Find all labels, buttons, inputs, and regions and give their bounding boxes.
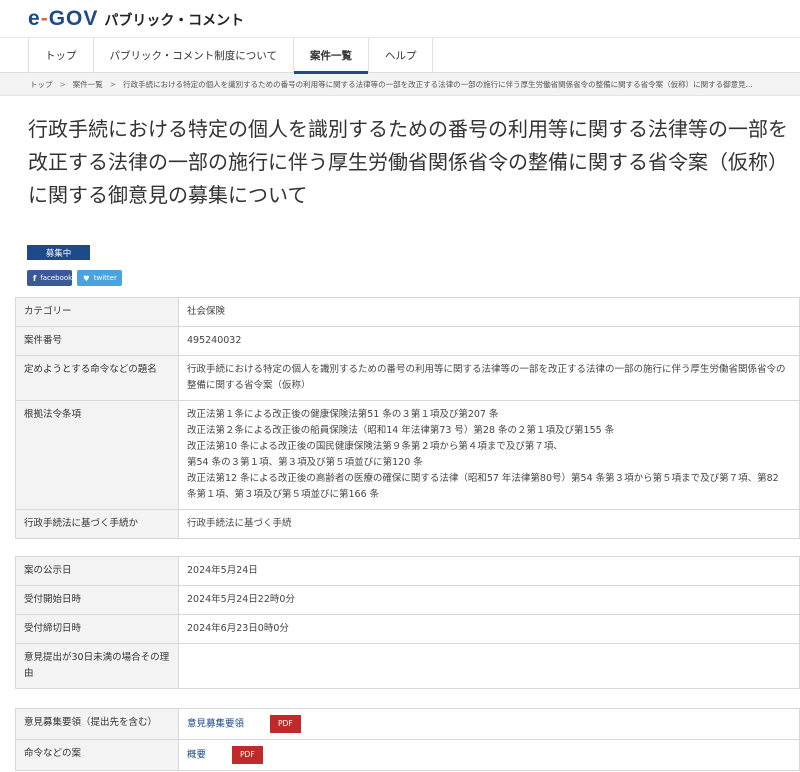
row-value: 意見募集要領 PDF bbox=[178, 708, 800, 740]
breadcrumb-separator: > bbox=[109, 79, 117, 89]
site-header: e-GOV パブリック・コメント bbox=[0, 0, 800, 38]
row-label: 受付開始日時 bbox=[15, 585, 179, 615]
breadcrumb-current: 行政手続における特定の個人を識別するための番号の利用等に関する法律等の一部を改正… bbox=[123, 79, 753, 89]
nav-help[interactable]: ヘルプ bbox=[369, 38, 434, 73]
facebook-label: facebook bbox=[40, 274, 73, 282]
logo-text: パブリック・コメント bbox=[104, 12, 245, 29]
basis-line: 改正法第12 条による改正後の高齢者の医療の確保に関する法律（昭和57 年法律第… bbox=[187, 473, 779, 500]
table-row: 受付締切日時 2024年6月23日0時0分 bbox=[15, 614, 800, 644]
twitter-share-button[interactable]: ♥ twitter bbox=[77, 270, 122, 286]
table-row: 命令などの案 概要 PDF bbox=[15, 739, 800, 771]
nav-top[interactable]: トップ bbox=[28, 38, 94, 73]
row-label: 案件番号 bbox=[15, 326, 179, 356]
pdf-badge[interactable]: PDF bbox=[270, 715, 301, 733]
table-row: 定めようとする命令などの題名 行政手続における特定の個人を識別するための番号の利… bbox=[15, 355, 800, 401]
facebook-icon: f bbox=[33, 273, 37, 283]
guideline-link[interactable]: 意見募集要領 bbox=[187, 719, 244, 730]
case-detail-table: カテゴリー 社会保険 案件番号 495240032 定めようとする命令などの題名… bbox=[15, 297, 800, 539]
row-value: 社会保険 bbox=[178, 297, 800, 327]
row-value: 改正法第１条による改正後の健康保険法第51 条の３第１項及び第207 条 改正法… bbox=[178, 400, 800, 510]
row-value: 概要 PDF bbox=[178, 739, 800, 771]
row-label: 意見提出が30日未満の場合その理由 bbox=[15, 643, 179, 689]
row-label: 意見募集要領（提出先を含む） bbox=[15, 708, 179, 740]
documents-table: 意見募集要領（提出先を含む） 意見募集要領 PDF 命令などの案 概要 PDF bbox=[15, 708, 800, 771]
basis-line: 改正法第10 条による改正後の国民健康保険法第９条第２項から第４項まで及び第７項… bbox=[187, 441, 563, 452]
breadcrumb-top[interactable]: トップ bbox=[30, 79, 53, 90]
status-badge: 募集中 bbox=[27, 245, 90, 260]
table-row: 根拠法令条項 改正法第１条による改正後の健康保険法第51 条の３第１項及び第20… bbox=[15, 400, 800, 510]
main-nav: トップ パブリック・コメント制度について 案件一覧 ヘルプ bbox=[0, 38, 800, 74]
breadcrumb-separator: > bbox=[59, 79, 66, 89]
nav-about[interactable]: パブリック・コメント制度について bbox=[94, 38, 294, 73]
row-value: 行政手続における特定の個人を識別するための番号の利用等に関する法律等の一部を改正… bbox=[178, 355, 800, 401]
row-label: 行政手続法に基づく手続か bbox=[15, 509, 179, 539]
table-row: 意見募集要領（提出先を含む） 意見募集要領 PDF bbox=[15, 708, 800, 740]
twitter-bird-icon: ♥ bbox=[83, 273, 90, 283]
table-row: 案の公示日 2024年5月24日 bbox=[15, 556, 800, 586]
breadcrumb-case-list[interactable]: 案件一覧 bbox=[73, 79, 103, 90]
row-value: 2024年5月24日 bbox=[178, 556, 800, 586]
table-row: 意見提出が30日未満の場合その理由 bbox=[15, 643, 800, 689]
row-label: 案の公示日 bbox=[15, 556, 179, 586]
dates-table: 案の公示日 2024年5月24日 受付開始日時 2024年5月24日22時0分 … bbox=[15, 556, 800, 689]
row-label: 受付締切日時 bbox=[15, 614, 179, 644]
table-row: 案件番号 495240032 bbox=[15, 326, 800, 356]
logo-mark: e-GOV bbox=[28, 6, 99, 30]
row-value: 2024年6月23日0時0分 bbox=[178, 614, 800, 644]
basis-line: 改正法第２条による改正後の船員保険法（昭和14 年法律第73 号）第28 条の２… bbox=[187, 425, 615, 436]
row-value bbox=[178, 643, 800, 689]
row-value: 2024年5月24日22時0分 bbox=[178, 585, 800, 615]
twitter-label: twitter bbox=[93, 274, 117, 282]
row-value: 495240032 bbox=[178, 326, 800, 356]
facebook-share-button[interactable]: f facebook bbox=[27, 270, 72, 286]
row-label: カテゴリー bbox=[15, 297, 179, 327]
egov-logo[interactable]: e-GOV パブリック・コメント bbox=[28, 7, 244, 31]
summary-link[interactable]: 概要 bbox=[187, 750, 206, 761]
basis-line: 第54 条の３第１項、第３項及び第５項並びに第120 条 bbox=[187, 457, 423, 468]
table-row: 行政手続法に基づく手続か 行政手続法に基づく手続 bbox=[15, 509, 800, 539]
row-label: 定めようとする命令などの題名 bbox=[15, 355, 179, 401]
basis-line: 改正法第１条による改正後の健康保険法第51 条の３第１項及び第207 条 bbox=[187, 409, 499, 420]
nav-case-list[interactable]: 案件一覧 bbox=[293, 38, 369, 74]
breadcrumb: トップ > 案件一覧 > 行政手続における特定の個人を識別するための番号の利用等… bbox=[0, 73, 800, 96]
row-label: 根拠法令条項 bbox=[15, 400, 179, 510]
page-title: 行政手続における特定の個人を識別するための番号の利用等に関する法律等の一部を改正… bbox=[28, 117, 788, 207]
row-value: 行政手続法に基づく手続 bbox=[178, 509, 800, 539]
table-row: 受付開始日時 2024年5月24日22時0分 bbox=[15, 585, 800, 615]
pdf-badge[interactable]: PDF bbox=[232, 746, 263, 764]
table-row: カテゴリー 社会保険 bbox=[15, 297, 800, 327]
row-label: 命令などの案 bbox=[15, 739, 179, 771]
